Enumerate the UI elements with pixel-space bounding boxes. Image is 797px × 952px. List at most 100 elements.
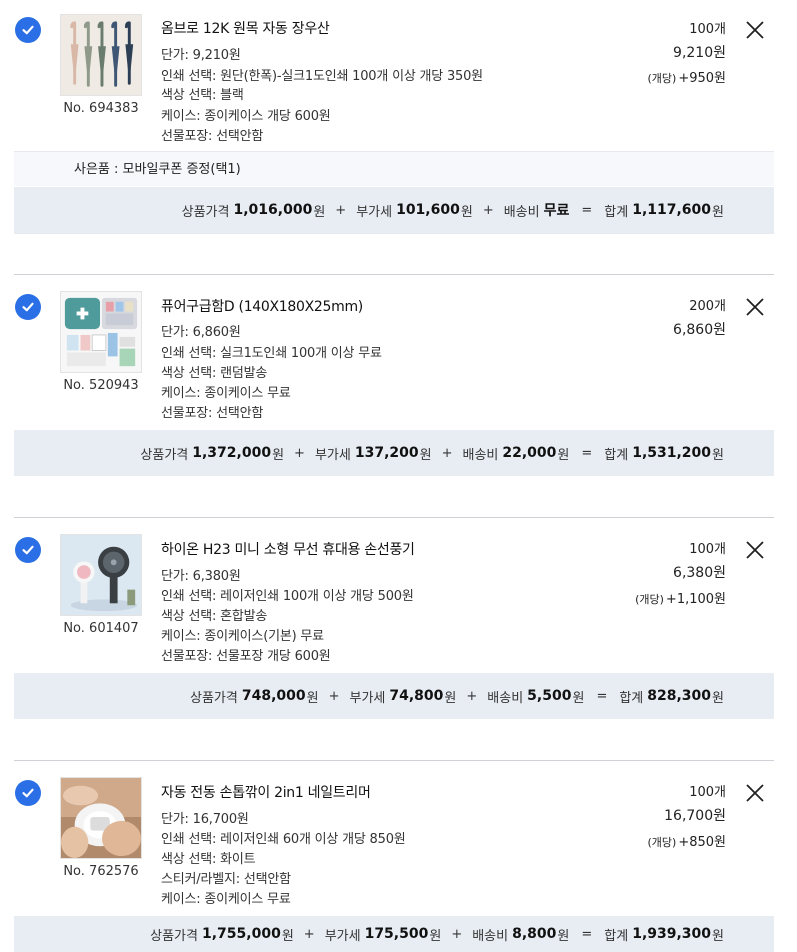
per-unit-extra: (개당) +950원 xyxy=(648,67,727,86)
shipping-value: 5,500 xyxy=(527,688,572,704)
option-giftwrap: 선물포장: 선물포장 개당 600원 xyxy=(161,649,331,664)
total-value: 1,939,300 xyxy=(632,926,712,942)
item-price: 9,210원 xyxy=(673,45,726,61)
remove-item-button[interactable] xyxy=(744,539,766,561)
product-number: No. 762576 xyxy=(63,864,139,879)
per-unit-value: +1,100원 xyxy=(665,592,726,607)
goods-price-value: 748,000 xyxy=(241,688,306,704)
nail-trimmer-image xyxy=(61,778,141,858)
shipping-label: 배송비 xyxy=(503,204,540,220)
remove-item-button[interactable] xyxy=(744,782,766,804)
vat-value: 137,200 xyxy=(354,445,419,461)
per-unit-extra: (개당) +1,100원 xyxy=(635,588,726,607)
close-icon xyxy=(746,21,764,39)
item-price: 16,700원 xyxy=(664,808,726,824)
item-summary: 상품가격 748,000 원 + 부가세 74,800 원 + 배송비 5,500 원 = … xyxy=(14,673,774,719)
total-label: 합계 xyxy=(619,690,644,706)
option-color: 색상 선택: 화이트 xyxy=(161,852,256,867)
shipping-value: 8,800 xyxy=(512,926,557,942)
divider xyxy=(14,274,774,275)
checkmark-icon xyxy=(22,788,34,798)
quantity: 200개 xyxy=(689,299,726,314)
option-color: 색상 선택: 랜덤발송 xyxy=(161,366,268,381)
close-icon xyxy=(746,784,764,802)
umbrella-image xyxy=(61,15,141,95)
per-unit-value: +950원 xyxy=(678,71,726,86)
handheld-fan-image xyxy=(61,535,141,615)
goods-price-label: 상품가격 xyxy=(190,690,238,706)
product-number: No. 694383 xyxy=(63,101,139,116)
shipping-label: 배송비 xyxy=(472,928,509,944)
divider xyxy=(14,517,774,518)
per-unit-label: (개당) xyxy=(647,72,677,85)
first-aid-kit-image xyxy=(61,292,141,372)
product-name[interactable]: 자동 전동 손톱깎이 2in1 네일트리머 xyxy=(161,782,371,802)
option-print: 인쇄 선택: 실크1도인쇄 100개 이상 무료 xyxy=(161,346,382,361)
close-icon xyxy=(746,298,764,316)
option-color: 색상 선택: 블랙 xyxy=(161,88,244,103)
option-case: 케이스: 종이케이스 무료 xyxy=(161,892,291,907)
item-summary: 상품가격 1,755,000 원 + 부가세 175,500 원 + 배송비 8,800 원… xyxy=(14,916,774,952)
checkmark-icon xyxy=(22,545,34,555)
item-select-checkbox[interactable] xyxy=(15,537,41,563)
quantity: 100개 xyxy=(689,542,726,557)
shipping-label: 배송비 xyxy=(487,690,524,706)
product-name[interactable]: 하이온 H23 미니 소형 무선 휴대용 손선풍기 xyxy=(161,539,415,559)
option-print: 인쇄 선택: 레이저인쇄 100개 이상 개당 500원 xyxy=(161,589,414,604)
option-case: 케이스: 종이케이스 개당 600원 xyxy=(161,109,331,124)
total-value: 828,300 xyxy=(647,688,712,704)
remove-item-button[interactable] xyxy=(744,296,766,318)
item-summary: 상품가격 1,372,000 원 + 부가세 137,200 원 + 배송비 22,000… xyxy=(14,430,774,476)
option-giftwrap: 선물포장: 선택안함 xyxy=(161,129,264,144)
shipping-value: 22,000 xyxy=(502,445,557,461)
per-unit-extra: (개당) +850원 xyxy=(648,831,727,850)
option-case: 케이스: 종이케이스 무료 xyxy=(161,386,291,401)
close-icon xyxy=(746,541,764,559)
product-thumbnail[interactable] xyxy=(60,534,142,616)
unit-price: 단가: 6,380원 xyxy=(161,569,241,584)
unit-price: 단가: 6,860원 xyxy=(161,325,241,340)
option-sticker: 스티커/라벨지: 선택안함 xyxy=(161,872,291,887)
goods-price-label: 상품가격 xyxy=(181,204,230,220)
product-thumbnail[interactable] xyxy=(60,291,142,373)
vat-label: 부가세 xyxy=(356,204,393,220)
item-select-checkbox[interactable] xyxy=(15,294,41,320)
checkmark-icon xyxy=(22,25,34,35)
option-color: 색상 선택: 혼합발송 xyxy=(161,609,268,624)
gift-note: 사은품 : 모바일쿠폰 증정(택1) xyxy=(14,151,774,186)
product-name[interactable]: 옴브로 12K 원목 자동 장우산 xyxy=(161,18,330,38)
product-thumbnail[interactable] xyxy=(60,14,142,96)
product-thumbnail[interactable] xyxy=(60,777,142,859)
goods-price-label: 상품가격 xyxy=(150,928,198,944)
total-label: 합계 xyxy=(604,928,629,944)
total-value: 1,531,200 xyxy=(632,445,712,461)
vat-label: 부가세 xyxy=(314,447,351,463)
vat-value: 101,600 xyxy=(396,202,460,218)
goods-price-value: 1,016,000 xyxy=(233,202,313,218)
goods-price-value: 1,372,000 xyxy=(192,445,272,461)
divider xyxy=(14,760,774,761)
per-unit-label: (개당) xyxy=(647,836,677,849)
total-label: 합계 xyxy=(604,447,629,463)
option-print: 인쇄 선택: 레이저인쇄 60개 이상 개당 850원 xyxy=(161,832,406,847)
per-unit-value: +850원 xyxy=(678,835,726,850)
quantity: 100개 xyxy=(689,22,726,37)
checkmark-icon xyxy=(22,302,34,312)
vat-label: 부가세 xyxy=(324,928,361,944)
option-print: 인쇄 선택: 원단(한폭)-실크1도인쇄 100개 이상 개당 350원 xyxy=(161,69,483,84)
vat-value: 175,500 xyxy=(364,926,429,942)
vat-value: 74,800 xyxy=(389,688,444,704)
per-unit-label: (개당) xyxy=(635,593,664,606)
product-number: No. 601407 xyxy=(63,621,139,636)
shipping-label: 배송비 xyxy=(462,447,499,463)
item-price: 6,860원 xyxy=(673,322,726,338)
vat-label: 부가세 xyxy=(349,690,386,706)
remove-item-button[interactable] xyxy=(744,19,766,41)
item-select-checkbox[interactable] xyxy=(15,17,41,43)
option-giftwrap: 선물포장: 선택안함 xyxy=(161,406,264,421)
total-value: 1,117,600 xyxy=(632,202,712,218)
option-case: 케이스: 종이케이스(기본) 무료 xyxy=(161,629,324,644)
product-number: No. 520943 xyxy=(63,378,139,393)
item-select-checkbox[interactable] xyxy=(15,780,41,806)
product-name[interactable]: 퓨어구급함D (140X180X25mm) xyxy=(161,296,363,316)
